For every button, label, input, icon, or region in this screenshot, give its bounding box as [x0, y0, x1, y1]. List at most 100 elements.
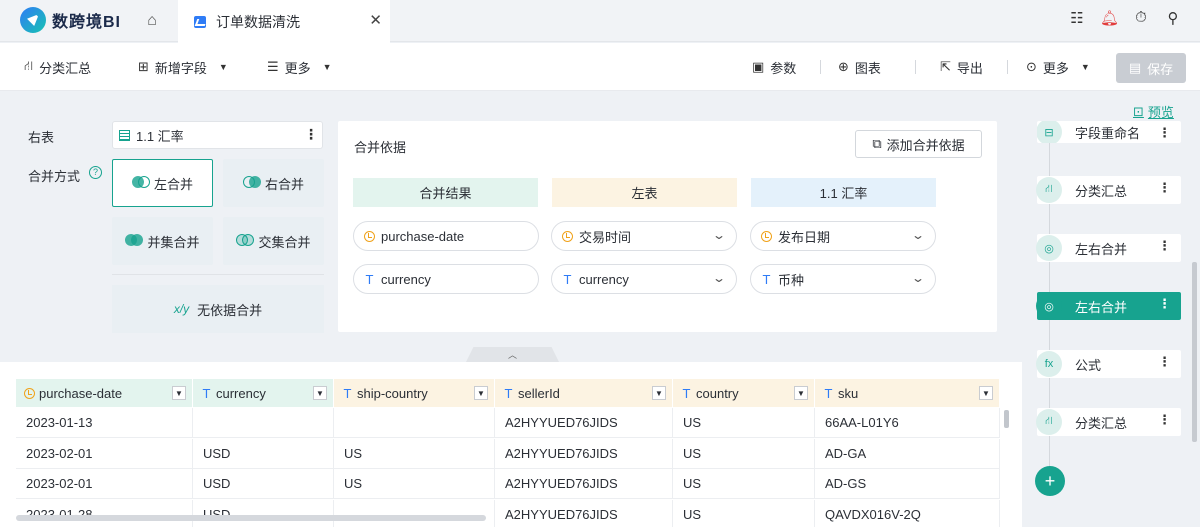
right-table-label: 右表	[28, 130, 55, 145]
user-icon[interactable]: ⚲	[1164, 9, 1182, 27]
app-logo[interactable]: 数跨境BI	[20, 7, 121, 33]
step-item[interactable]: ◎ 左右合并 ⋮	[1036, 292, 1181, 320]
tab-order-cleaning[interactable]: 订单数据清洗 ✕	[178, 0, 390, 43]
export-icon: ⇱	[940, 59, 951, 74]
table-cell[interactable]: US	[673, 469, 815, 499]
table-cell[interactable]: USD	[193, 499, 334, 527]
save-icon: ▤	[1128, 60, 1142, 75]
vertical-scrollbar[interactable]	[1004, 410, 1009, 510]
save-button[interactable]: ▤ 保存	[1116, 53, 1186, 83]
join-intersect-button[interactable]: 交集合并	[223, 217, 324, 265]
table-cell[interactable]: AD-GS	[815, 469, 1000, 499]
kebab-icon[interactable]: ⋮	[1158, 180, 1171, 196]
right-table-select[interactable]: 1.1 汇率	[112, 121, 323, 149]
notification-icon[interactable]: 🔔︎	[1100, 9, 1119, 27]
header-right-table: 1.1 汇率	[751, 178, 936, 207]
column-header[interactable]: Tship-country ▼	[334, 379, 495, 407]
right-field-select[interactable]: 发布日期 ⌄	[750, 221, 936, 251]
table-cell[interactable]: USD	[193, 469, 334, 499]
step-item[interactable]: ⛙ 分类汇总 ⋮	[1036, 408, 1181, 436]
plus-circle-icon: ⊕	[838, 59, 849, 74]
join-left-button[interactable]: 左合并	[112, 159, 213, 207]
column-header[interactable]: purchase-date ▼	[16, 379, 193, 407]
merge-basis-title: 合并依据	[354, 140, 407, 155]
left-field-select[interactable]: 交易时间 ⌄	[551, 221, 737, 251]
step-label: 字段重命名	[1075, 125, 1141, 141]
preview-link[interactable]: ⊡ 预览	[1133, 102, 1174, 121]
column-menu-icon[interactable]: ▼	[794, 386, 808, 400]
group-summary-button[interactable]: ⛙ 分类汇总	[24, 43, 91, 91]
home-tab[interactable]: ⌂	[128, 0, 176, 42]
table-cell[interactable]: 66AA-L01Y6	[815, 408, 1000, 438]
kebab-icon[interactable]: ⋮	[1158, 296, 1171, 312]
step-item[interactable]: ◎ 左右合并 ⋮	[1036, 234, 1181, 262]
params-button[interactable]: ▣ 参数	[752, 43, 796, 91]
column-header[interactable]: Tcountry ▼	[673, 379, 815, 407]
table-cell[interactable]: 2023-01-28	[16, 499, 193, 527]
table-cell[interactable]	[193, 408, 334, 438]
table-cell[interactable]: A2HYYUED76JIDS	[495, 438, 673, 469]
column-menu-icon[interactable]: ▼	[652, 386, 666, 400]
add-step-button[interactable]: +	[1035, 466, 1065, 496]
right-field-select[interactable]: T 币种 ⌄	[750, 264, 936, 294]
table-cell[interactable]: USD	[193, 438, 334, 469]
join-right-button[interactable]: 右合并	[223, 159, 324, 207]
join-left-label: 左合并	[153, 176, 193, 192]
step-label: 分类汇总	[1075, 183, 1128, 199]
no-basis-join-button[interactable]: x/y 无依据合并	[112, 285, 324, 333]
kebab-icon[interactable]: ⋮	[1158, 354, 1171, 370]
join-union-button[interactable]: 并集合并	[112, 217, 213, 265]
table-cell[interactable]: US	[673, 438, 815, 469]
add-basis-button[interactable]: ⧉ 添加合并依据	[855, 130, 982, 158]
text-type-icon: T	[365, 271, 374, 287]
column-menu-icon[interactable]: ▼	[313, 386, 327, 400]
add-field-button[interactable]: ⊞ 新增字段 ▼	[138, 43, 228, 91]
kebab-icon[interactable]: ⋮	[1158, 238, 1171, 254]
column-menu-icon[interactable]: ▼	[979, 386, 993, 400]
group-icon: ⛙	[1036, 409, 1062, 435]
export-button[interactable]: ⇱ 导出	[940, 43, 983, 91]
kebab-icon[interactable]: ⋮	[304, 126, 318, 143]
table-cell[interactable]	[334, 499, 495, 527]
kebab-icon[interactable]: ⋮	[1158, 412, 1171, 428]
step-item[interactable]: ⊟ 字段重命名 ⋮	[1037, 121, 1181, 143]
result-field[interactable]: purchase-date	[353, 221, 539, 251]
panel-scrollbar[interactable]	[1192, 262, 1197, 442]
column-header-label: currency	[216, 385, 266, 401]
more-menu-button[interactable]: ☰ 更多 ▼	[267, 43, 332, 91]
step-item[interactable]: ⛙ 分类汇总 ⋮	[1036, 176, 1181, 204]
table-cell[interactable]: 2023-02-01	[16, 469, 193, 499]
table-cell[interactable]: US	[334, 469, 495, 499]
close-icon[interactable]: ✕	[369, 11, 382, 29]
step-item[interactable]: fx 公式 ⋮	[1036, 350, 1181, 378]
table-cell[interactable]: AD-GA	[815, 438, 1000, 469]
column-menu-icon[interactable]: ▼	[172, 386, 186, 400]
column-header[interactable]: Tcurrency ▼	[193, 379, 334, 407]
table-cell[interactable]: US	[334, 438, 495, 469]
collapse-handle[interactable]: ︿	[466, 347, 559, 362]
task-list-icon[interactable]: ☷	[1068, 9, 1086, 27]
table-cell[interactable]: A2HYYUED76JIDS	[495, 408, 673, 438]
timer-icon[interactable]: ⏱︎	[1132, 9, 1150, 27]
table-cell[interactable]	[334, 408, 495, 438]
table-cell[interactable]: US	[673, 499, 815, 527]
chart-button[interactable]: ⊕ 图表	[838, 43, 881, 91]
table-cell[interactable]: 2023-02-01	[16, 438, 193, 469]
table-cell[interactable]: US	[673, 408, 815, 438]
table-cell[interactable]: A2HYYUED76JIDS	[495, 499, 673, 527]
column-header[interactable]: TsellerId ▼	[495, 379, 673, 407]
toolbar: ⛙ 分类汇总 ⊞ 新增字段 ▼ ☰ 更多 ▼ ▣ 参数 ⊕ 图表 ⇱ 导出 ⊙ …	[0, 43, 1200, 91]
kebab-icon[interactable]: ⋮	[1158, 125, 1171, 141]
table-cell[interactable]: 2023-01-13	[16, 408, 193, 438]
horizontal-scrollbar[interactable]	[16, 515, 486, 521]
more2-menu-button[interactable]: ⊙ 更多 ▼	[1026, 43, 1090, 91]
result-field[interactable]: T currency	[353, 264, 539, 294]
table-cell[interactable]: A2HYYUED76JIDS	[495, 469, 673, 499]
column-menu-icon[interactable]: ▼	[474, 386, 488, 400]
table-icon	[119, 129, 130, 141]
help-icon[interactable]: ?	[89, 166, 102, 179]
table-cell[interactable]: QAVDX016V-2Q	[815, 499, 1000, 527]
column-header[interactable]: Tsku ▼	[815, 379, 1000, 407]
left-field-select[interactable]: T currency ⌄	[551, 264, 737, 294]
venn-right-icon	[242, 176, 261, 190]
